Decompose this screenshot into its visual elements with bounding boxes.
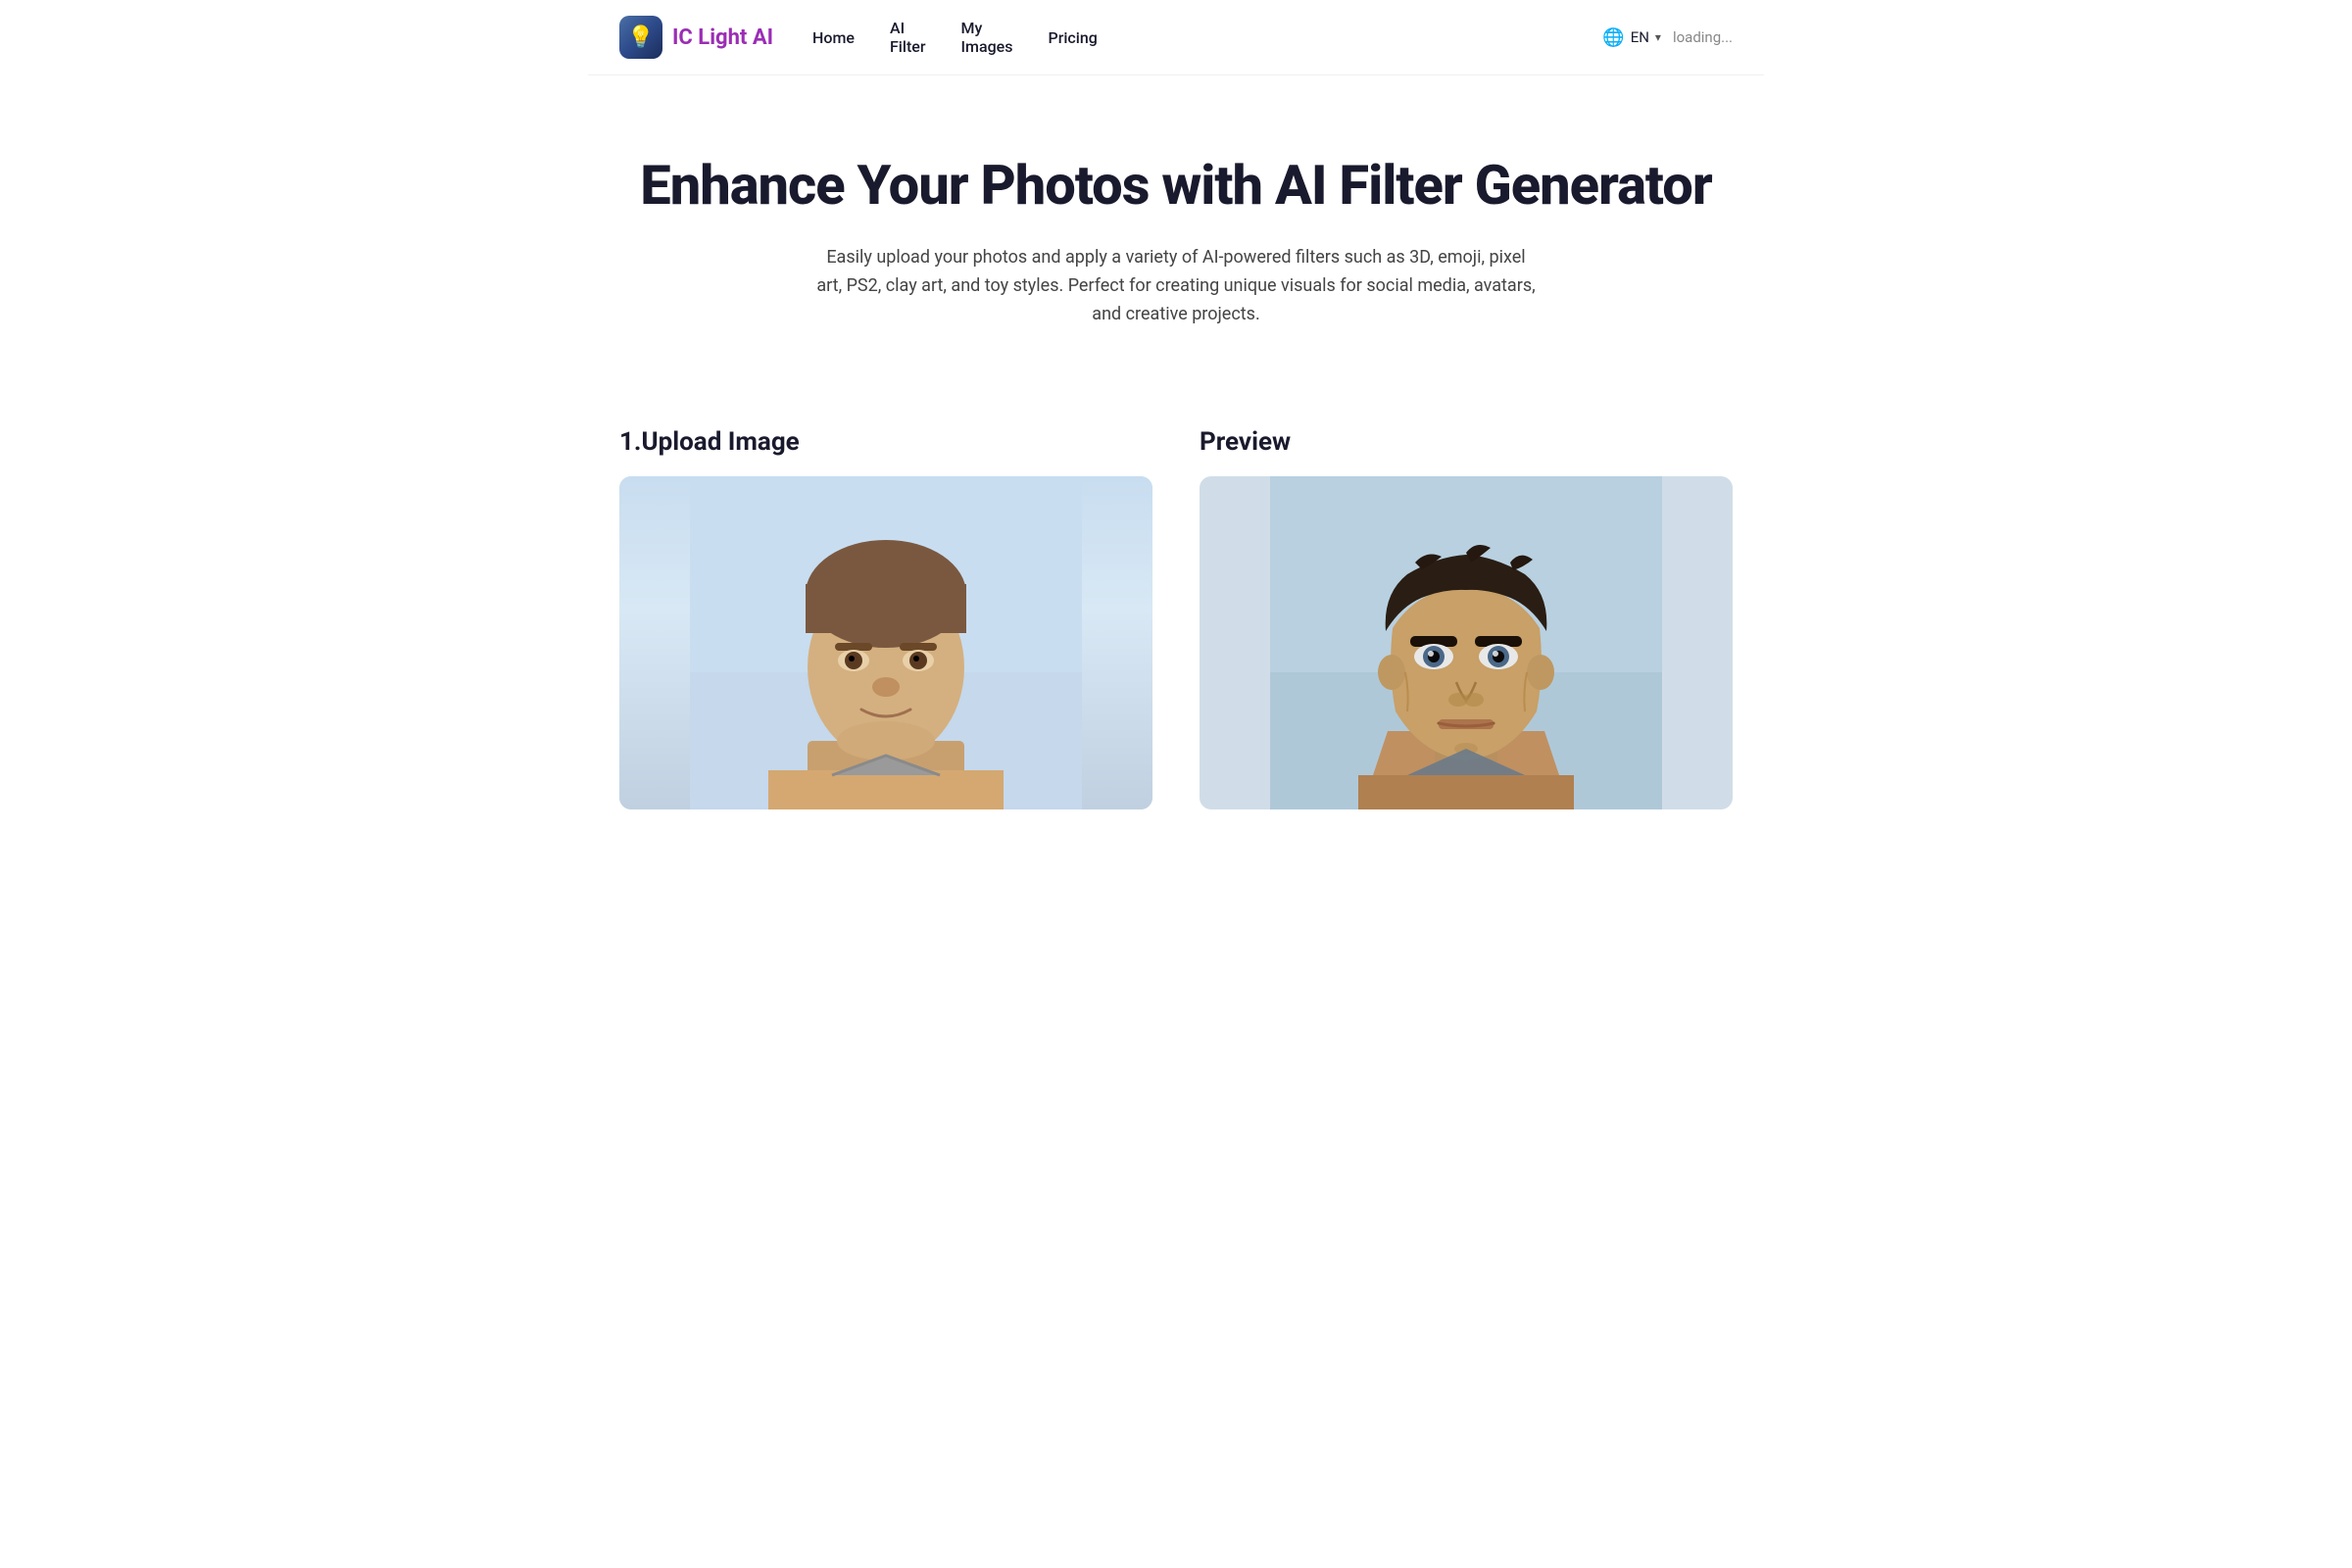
globe-icon: 🌐 — [1602, 27, 1624, 48]
chevron-down-icon: ▾ — [1655, 30, 1661, 44]
nav-ai-filter[interactable]: AIFilter — [890, 19, 926, 56]
hero-subtitle: Easily upload your photos and apply a va… — [813, 244, 1539, 328]
preview-title: Preview — [1200, 427, 1733, 457]
upload-section: 1.Upload Image — [619, 427, 1152, 809]
content-grid: 1.Upload Image — [619, 427, 1733, 809]
nav-my-images[interactable]: MyImages — [961, 19, 1013, 56]
preview-section: Preview — [1200, 427, 1733, 809]
logo-icon: 💡 — [619, 16, 662, 59]
nav-links: Home AIFilter MyImages Pricing — [812, 19, 1563, 56]
loading-status: loading... — [1673, 28, 1733, 46]
logo-text: IC Light AI — [672, 25, 773, 50]
nav-pricing[interactable]: Pricing — [1048, 28, 1097, 47]
nav-right: 🌐 EN ▾ loading... — [1602, 27, 1733, 48]
main-content: 1.Upload Image — [588, 388, 1764, 849]
preview-photo-svg — [1200, 476, 1733, 809]
logo-link[interactable]: 💡 IC Light AI — [619, 16, 773, 59]
hero-section: Enhance Your Photos with AI Filter Gener… — [588, 75, 1764, 388]
language-code: EN — [1631, 28, 1649, 46]
preview-image-container — [1200, 476, 1733, 809]
hero-title: Enhance Your Photos with AI Filter Gener… — [627, 154, 1725, 217]
upload-title: 1.Upload Image — [619, 427, 1152, 457]
language-selector[interactable]: 🌐 EN ▾ — [1602, 27, 1661, 48]
original-photo-svg — [619, 476, 1152, 809]
nav-home[interactable]: Home — [812, 28, 855, 47]
upload-image-container[interactable] — [619, 476, 1152, 809]
navbar: 💡 IC Light AI Home AIFilter MyImages Pri… — [588, 0, 1764, 75]
lightbulb-icon: 💡 — [627, 25, 654, 50]
